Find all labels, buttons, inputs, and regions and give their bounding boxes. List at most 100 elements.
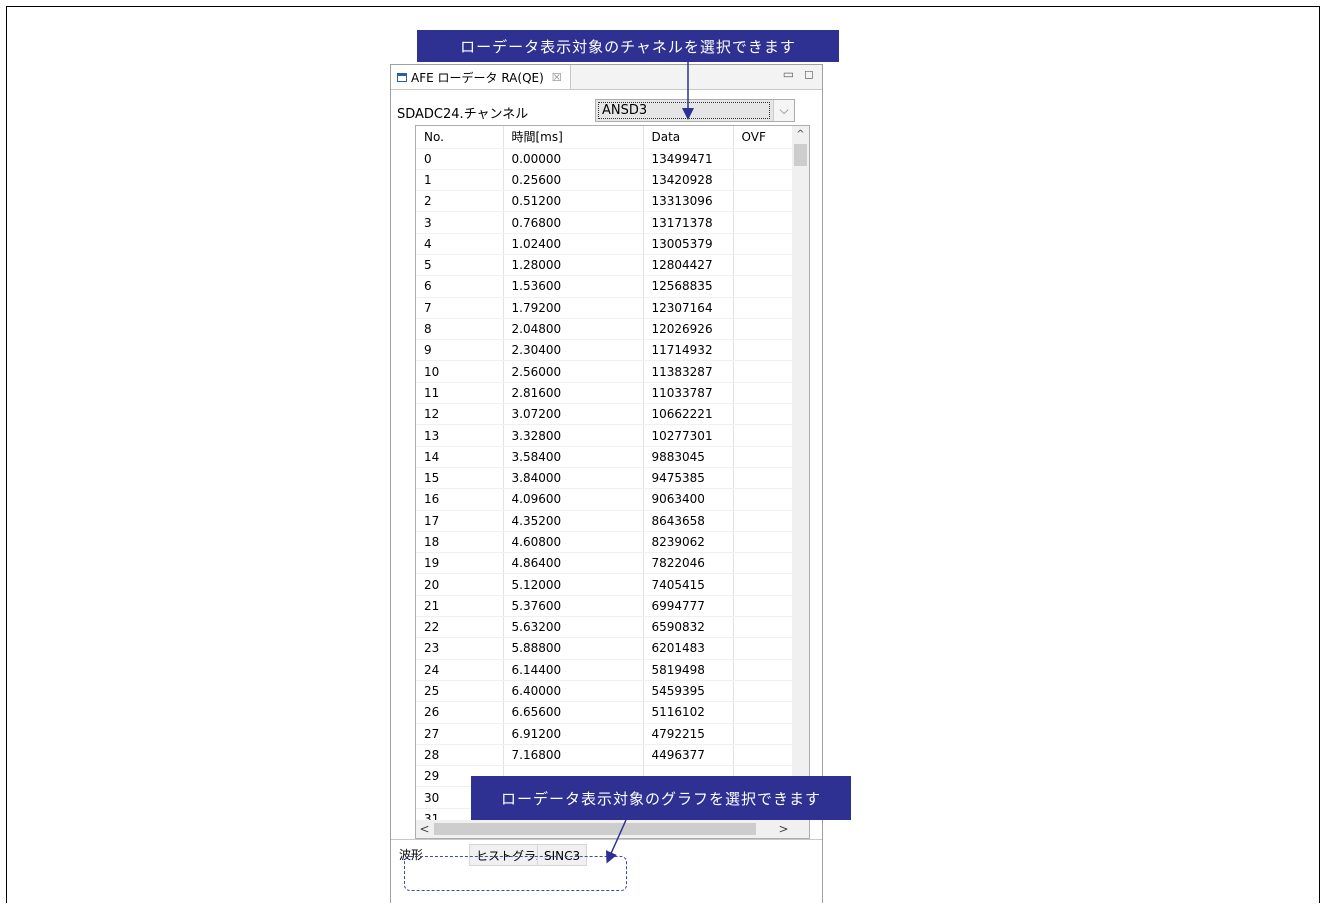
cell-time: 5.88800	[503, 637, 644, 660]
table-row[interactable]: 26 6.65600 5116102	[416, 701, 795, 724]
scroll-up-icon[interactable]: ^	[792, 126, 809, 143]
cell-time: 4.09600	[503, 488, 644, 511]
cell-data: 13171378	[643, 211, 734, 234]
cell-ovf	[733, 680, 795, 703]
table-row[interactable]: 7 1.79200 12307164	[416, 297, 795, 319]
cell-ovf	[733, 148, 795, 170]
cell-data: 11033787	[643, 382, 734, 405]
table-row[interactable]: 13 3.32800 10277301	[416, 424, 795, 447]
cell-data: 8239062	[643, 531, 734, 554]
cell-data: 8643658	[643, 510, 734, 532]
close-icon[interactable]: ☒	[552, 71, 562, 84]
cell-data: 12568835	[643, 275, 734, 298]
cell-ovf	[733, 382, 795, 405]
table-row[interactable]: 17 4.35200 8643658	[416, 510, 795, 532]
table-row[interactable]: 22 5.63200 6590832	[416, 616, 795, 639]
cell-data: 9475385	[643, 467, 734, 490]
cell-time: 2.81600	[503, 382, 644, 405]
cell-time: 3.07200	[503, 403, 644, 426]
cell-time: 6.65600	[503, 701, 644, 724]
table-row[interactable]: 9 2.30400 11714932	[416, 339, 795, 362]
table-row[interactable]: 1 0.25600 13420928	[416, 169, 795, 192]
column-header-time[interactable]: 時間[ms]	[503, 126, 644, 149]
cell-data: 13420928	[643, 169, 734, 192]
table-row[interactable]: 23 5.88800 6201483	[416, 637, 795, 660]
table-row[interactable]: 8 2.04800 12026926	[416, 318, 795, 341]
vertical-scrollbar[interactable]: ^ ⌄	[792, 126, 809, 820]
cell-ovf	[733, 211, 795, 234]
cell-no: 16	[416, 488, 504, 511]
cell-no: 22	[416, 616, 504, 639]
horizontal-scrollbar[interactable]: < >	[416, 820, 809, 838]
view-tab-bar: AFE ローデータ RA(QE) ☒ ▭ ◻	[391, 65, 822, 90]
cell-ovf	[733, 424, 795, 447]
table-row[interactable]: 0 0.00000 13499471	[416, 148, 795, 170]
table-row[interactable]: 3 0.76800 13171378	[416, 211, 795, 234]
channel-label: SDADC24.チャンネル	[397, 107, 529, 122]
cell-ovf	[733, 318, 795, 341]
table-row[interactable]: 25 6.40000 5459395	[416, 680, 795, 703]
table-row[interactable]: 27 6.91200 4792215	[416, 723, 795, 745]
column-header-no[interactable]: No.	[416, 126, 504, 149]
cell-time: 4.86400	[503, 552, 644, 575]
chevron-down-icon[interactable]: ⌵	[773, 100, 794, 121]
table-body: 0 0.00000 13499471 1 0.25600 13420928 2 0.51200…	[416, 148, 795, 831]
cell-time: 1.53600	[503, 275, 644, 298]
cell-no: 25	[416, 680, 504, 703]
table-row[interactable]: 21 5.37600 6994777	[416, 595, 795, 618]
cell-ovf	[733, 488, 795, 511]
table-row[interactable]: 11 2.81600 11033787	[416, 382, 795, 405]
table-row[interactable]: 15 3.84000 9475385	[416, 467, 795, 490]
cell-time: 0.51200	[503, 190, 644, 213]
table-row[interactable]: 24 6.14400 5819498	[416, 659, 795, 681]
scroll-left-icon[interactable]: <	[416, 820, 433, 838]
table-row[interactable]: 10 2.56000 11383287	[416, 360, 795, 383]
cell-ovf	[733, 446, 795, 468]
cell-ovf	[733, 233, 795, 255]
cell-ovf	[733, 595, 795, 618]
table-row[interactable]: 18 4.60800 8239062	[416, 531, 795, 554]
cell-ovf	[733, 275, 795, 298]
column-header-data[interactable]: Data	[643, 126, 734, 149]
cell-data: 6590832	[643, 616, 734, 639]
view-tab[interactable]: AFE ローデータ RA(QE) ☒	[391, 65, 571, 89]
maximize-icon[interactable]: ◻	[804, 67, 814, 81]
cell-ovf	[733, 744, 795, 767]
table-row[interactable]: 5 1.28000 12804427	[416, 254, 795, 277]
cell-no: 9	[416, 339, 504, 362]
cell-no: 14	[416, 446, 504, 468]
cell-no: 20	[416, 573, 504, 596]
cell-ovf	[733, 297, 795, 319]
column-header-ovf[interactable]: OVF	[733, 126, 795, 149]
cell-time: 6.91200	[503, 723, 644, 745]
table-row[interactable]: 6 1.53600 12568835	[416, 275, 795, 298]
cell-ovf	[733, 403, 795, 426]
window-controls: ▭ ◻	[783, 67, 814, 81]
horizontal-scroll-thumb[interactable]	[434, 823, 756, 835]
table-row[interactable]: 28 7.16800 4496377	[416, 744, 795, 767]
cell-time: 5.12000	[503, 573, 644, 596]
table-row[interactable]: 12 3.07200 10662221	[416, 403, 795, 426]
cell-ovf	[733, 254, 795, 277]
cell-no: 1	[416, 169, 504, 192]
scroll-right-icon[interactable]: >	[775, 820, 792, 838]
cell-no: 12	[416, 403, 504, 426]
vertical-scroll-thumb[interactable]	[794, 144, 807, 166]
table-row[interactable]: 16 4.09600 9063400	[416, 488, 795, 511]
cell-data: 7405415	[643, 573, 734, 596]
cell-time: 1.28000	[503, 254, 644, 277]
cell-time: 5.37600	[503, 595, 644, 618]
table-row[interactable]: 14 3.58400 9883045	[416, 446, 795, 468]
table-row[interactable]: 19 4.86400 7822046	[416, 552, 795, 575]
minimize-icon[interactable]: ▭	[783, 67, 794, 81]
cell-time: 5.63200	[503, 616, 644, 639]
cell-time: 4.60800	[503, 531, 644, 554]
table-row[interactable]: 4 1.02400 13005379	[416, 233, 795, 255]
cell-no: 21	[416, 595, 504, 618]
cell-time: 1.02400	[503, 233, 644, 255]
table-row[interactable]: 20 5.12000 7405415	[416, 573, 795, 596]
table-row[interactable]: 2 0.51200 13313096	[416, 190, 795, 213]
cell-time: 6.14400	[503, 659, 644, 681]
cell-no: 24	[416, 659, 504, 681]
channel-dropdown[interactable]: ANSD3 ⌵	[595, 99, 795, 122]
